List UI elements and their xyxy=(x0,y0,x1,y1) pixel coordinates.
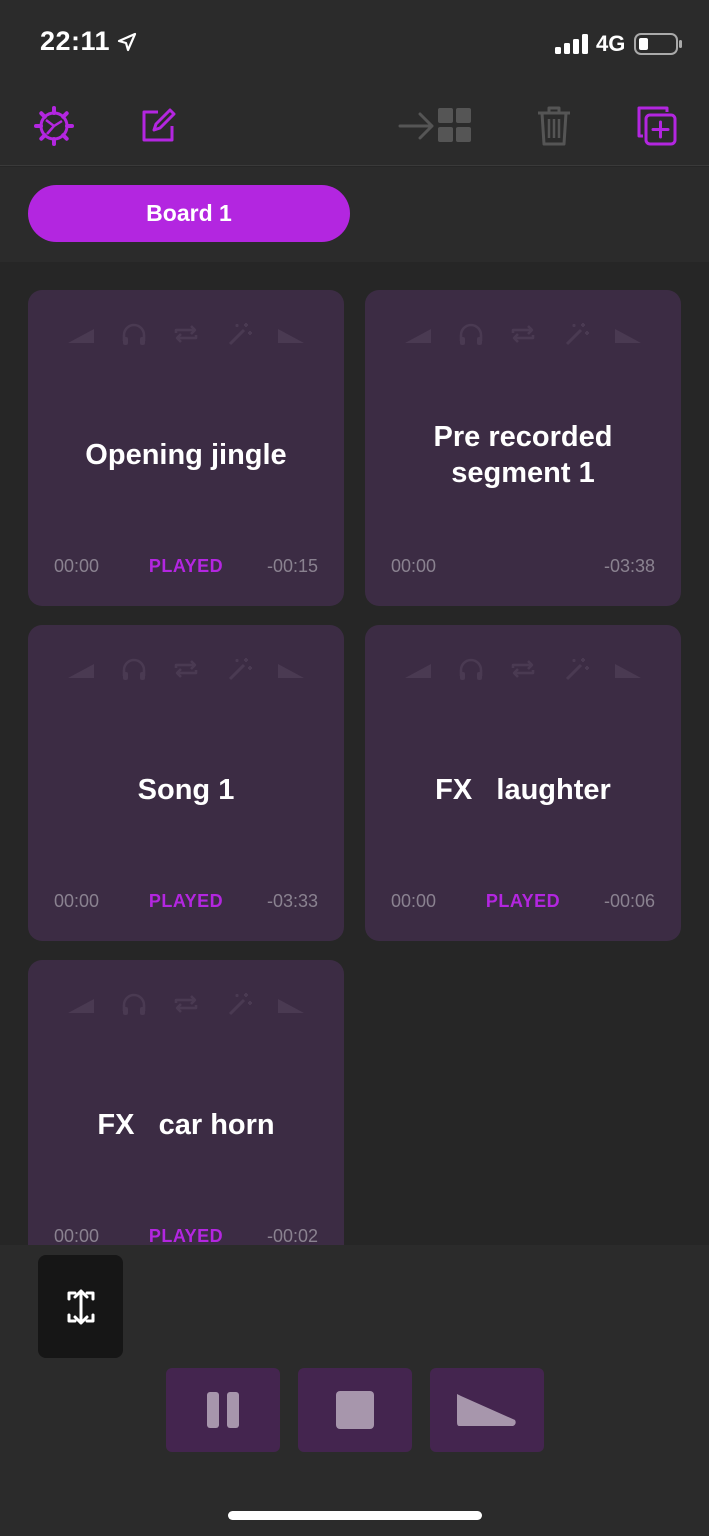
headphones-icon[interactable] xyxy=(119,656,149,682)
tile-options xyxy=(66,990,306,1018)
headphones-icon[interactable] xyxy=(456,656,486,682)
fade-out-icon[interactable] xyxy=(613,656,643,682)
tile-footer: 00:00 PLAYED -00:02 xyxy=(54,1226,318,1245)
signal-bars-icon xyxy=(555,34,588,54)
loop-icon[interactable] xyxy=(171,991,201,1017)
fade-in-icon[interactable] xyxy=(403,656,433,682)
tile-footer: 00:00 PLAYED -03:33 xyxy=(54,891,318,915)
fade-in-icon[interactable] xyxy=(66,321,96,347)
effects-wand-icon[interactable] xyxy=(561,656,591,682)
sound-tile[interactable]: Opening jingle 00:00 PLAYED -00:15 xyxy=(28,290,344,606)
tile-remaining: -03:38 xyxy=(603,556,655,576)
home-indicator xyxy=(228,1511,482,1520)
loop-icon[interactable] xyxy=(508,656,538,682)
sound-tile[interactable]: Song 1 00:00 PLAYED -03:33 xyxy=(28,625,344,941)
tile-title: Opening jingle xyxy=(85,439,287,471)
fit-screen-button[interactable] xyxy=(38,1255,123,1358)
add-board-icon[interactable] xyxy=(633,102,681,150)
status-time: 22:11 xyxy=(40,26,111,56)
status-bar: 22:11 4G xyxy=(0,0,709,88)
battery-icon xyxy=(634,33,682,55)
headphones-icon[interactable] xyxy=(456,321,486,347)
move-to-board-icon xyxy=(398,102,474,150)
tile-elapsed: 00:00 xyxy=(391,556,437,576)
tile-remaining: -03:33 xyxy=(266,891,318,911)
board-tab-active[interactable]: Board 1 xyxy=(28,185,350,242)
loop-icon[interactable] xyxy=(171,321,201,347)
sound-tile[interactable]: FX laughter 00:00 PLAYED -00:06 xyxy=(365,625,681,941)
pause-icon xyxy=(207,1392,239,1428)
effects-wand-icon[interactable] xyxy=(224,321,254,347)
loop-icon[interactable] xyxy=(171,656,201,682)
fade-out-icon[interactable] xyxy=(613,321,643,347)
sound-grid: Opening jingle 00:00 PLAYED -00:15 Pre reco… xyxy=(0,262,709,1245)
headphones-icon[interactable] xyxy=(119,321,149,347)
fade-in-icon[interactable] xyxy=(403,321,433,347)
tile-options xyxy=(403,655,643,683)
tile-remaining: -00:06 xyxy=(603,891,655,911)
loop-icon[interactable] xyxy=(508,321,538,347)
fade-out-icon[interactable] xyxy=(276,656,306,682)
sound-tile[interactable]: FX car horn 00:00 PLAYED -00:02 xyxy=(28,960,344,1245)
network-type: 4G xyxy=(596,31,626,56)
tile-title: Pre recorded segment 1 xyxy=(433,421,613,489)
tile-options xyxy=(66,320,306,348)
fit-screen-icon xyxy=(67,1289,94,1324)
effects-wand-icon[interactable] xyxy=(224,991,254,1017)
headphones-icon[interactable] xyxy=(119,991,149,1017)
edit-icon[interactable] xyxy=(134,102,182,150)
tile-footer: 00:00 PLAYED -00:06 xyxy=(391,891,655,915)
pause-button[interactable] xyxy=(166,1368,280,1452)
tile-footer: 00:00 PLAYED -00:15 xyxy=(54,556,318,580)
location-arrow-icon xyxy=(117,32,137,52)
fade-in-icon[interactable] xyxy=(66,656,96,682)
fade-out-icon xyxy=(457,1394,516,1426)
trash-icon xyxy=(530,102,578,150)
tile-remaining: -00:15 xyxy=(266,556,318,576)
tile-options xyxy=(403,320,643,348)
effects-wand-icon[interactable] xyxy=(224,656,254,682)
tile-remaining: -00:02 xyxy=(266,1226,318,1245)
tile-footer: 00:00 -03:38 xyxy=(391,556,655,580)
stop-button[interactable] xyxy=(298,1368,412,1452)
fade-out-icon[interactable] xyxy=(276,991,306,1017)
toolbar xyxy=(0,88,709,166)
board-tabs: Board 1 xyxy=(0,167,709,262)
tile-title: FX laughter xyxy=(435,774,611,806)
sound-tile[interactable]: Pre recorded segment 1 00:00 -03:38 xyxy=(365,290,681,606)
tile-title: Song 1 xyxy=(137,774,235,806)
fade-out-icon[interactable] xyxy=(276,321,306,347)
player-panel xyxy=(0,1245,709,1536)
fade-out-button[interactable] xyxy=(430,1368,544,1452)
fade-in-icon[interactable] xyxy=(66,991,96,1017)
tile-title: FX car horn xyxy=(97,1109,275,1141)
effects-wand-icon[interactable] xyxy=(561,321,591,347)
settings-gear-icon[interactable] xyxy=(30,102,78,150)
tile-options xyxy=(66,655,306,683)
stop-icon xyxy=(336,1391,374,1429)
